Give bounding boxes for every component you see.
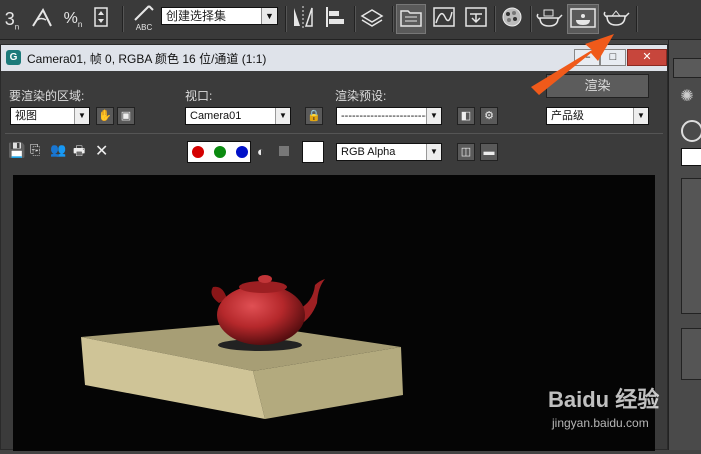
toggle-ui-icon[interactable]: ◫ [457,143,475,161]
teapot-knob [258,275,272,283]
monochrome-icon[interactable] [279,146,289,156]
layer-manager-icon[interactable] [358,4,386,34]
mirror-icon[interactable] [290,4,316,34]
viewport-dropdown[interactable]: Camera01 ▼ [185,107,291,125]
snap-3d-icon[interactable]: 3n [2,4,22,34]
toolbar-separator [494,6,496,32]
chevron-down-icon: ▼ [74,108,89,124]
window-title: Camera01, 帧 0, RGBA 颜色 16 位/通道 (1:1) [27,52,267,66]
green-channel-toggle[interactable] [212,144,228,160]
viewport-value: Camera01 [190,110,242,122]
watermark: Baidu 经验 jingyan.baidu.com [548,382,698,442]
preset-dropdown[interactable]: ------------------------- ▼ [336,107,442,125]
scene-explorer-icon[interactable] [396,4,426,34]
toolbar-separator [636,6,638,32]
chevron-down-icon: ▼ [426,108,441,124]
hand-icon[interactable]: ✋ [96,107,114,125]
divider [5,133,663,134]
toolbar-separator [354,6,356,32]
toolbar-separator [122,6,124,32]
quality-value: 产品级 [551,110,584,122]
chevron-down-icon: ▼ [275,108,290,124]
panel-field[interactable] [681,148,701,166]
panel-round-button[interactable] [681,120,701,142]
clear-icon[interactable]: ✕ [95,141,108,161]
toolbar-separator [285,6,287,32]
region-icon[interactable]: ▣ [117,107,135,125]
color-swatch[interactable] [302,141,324,163]
viewport-label: 视口: [185,89,213,103]
save-image-icon[interactable]: 💾 [8,142,25,159]
area-dropdown[interactable]: 视图 ▼ [10,107,90,125]
panel-rollout [681,178,701,314]
edit-named-selection-icon[interactable]: ABC [130,4,158,34]
quality-dropdown[interactable]: 产品级 ▼ [546,107,649,125]
lock-icon[interactable]: 🔒 [305,107,323,125]
app-icon: G [6,50,21,65]
named-selection-dropdown[interactable]: 创建选择集 ▼ [161,7,278,25]
percent-snap-icon[interactable]: %n [60,4,86,34]
fit-window-icon[interactable]: ▬ [480,143,498,161]
material-editor-icon[interactable] [498,4,526,34]
spinner-snap-icon[interactable] [92,4,110,34]
area-value: 视图 [15,110,37,122]
chevron-down-icon: ▼ [426,144,441,160]
preset-value: ------------------------- [341,110,433,122]
watermark-url: jingyan.baidu.com [552,416,649,430]
toolbar-separator [392,6,394,32]
copy-image-icon[interactable]: ⎘ [30,142,40,158]
channel-value: RGB Alpha [341,146,396,158]
named-selection-value: 创建选择集 [166,9,227,23]
snap-3d-label: 3 [4,9,15,29]
alpha-toggle-icon[interactable]: ◐ [257,144,269,159]
print-icon[interactable]: 🖶 [73,142,85,164]
align-icon[interactable] [322,4,348,34]
angle-snap-icon[interactable] [28,4,56,34]
panel-rollout [681,328,701,380]
annotation-arrow-icon [531,34,614,95]
curve-editor-icon[interactable] [430,4,458,34]
abc-label: ABC [135,23,153,32]
render-settings-icon[interactable]: ⚙ [480,107,498,125]
channel-dropdown[interactable]: RGB Alpha ▼ [336,143,442,161]
schematic-view-icon[interactable] [462,4,490,34]
panel-tab[interactable] [673,58,701,78]
percent-snap-label: % [63,10,78,27]
chevron-down-icon: ▼ [261,8,277,24]
watermark-brand: Baidu 经验 [548,387,660,412]
clone-window-icon[interactable]: 👥 [50,142,66,158]
preset-label: 渲染预设: [335,89,387,103]
area-label: 要渲染的区域: [9,89,85,103]
chevron-down-icon: ▼ [633,108,648,124]
preset-load-icon[interactable]: ◧ [457,107,475,125]
close-button[interactable]: ✕ [627,49,667,66]
teapot-body [217,285,305,345]
gear-icon[interactable]: ✺ [677,86,697,106]
blue-channel-toggle[interactable] [234,144,250,160]
red-channel-toggle[interactable] [190,144,206,160]
